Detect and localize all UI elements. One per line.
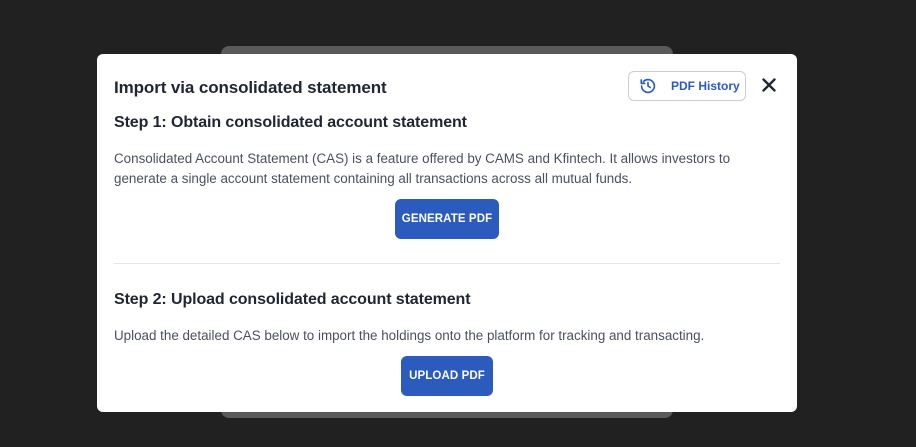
close-icon <box>762 77 776 97</box>
import-modal: Import via consolidated statement PDF Hi… <box>97 54 797 412</box>
modal-header: Import via consolidated statement PDF Hi… <box>114 71 780 103</box>
step-1-section: Step 1: Obtain consolidated account stat… <box>114 114 780 189</box>
step-2-description: Upload the detailed CAS below to import … <box>114 328 705 343</box>
section-divider <box>114 263 780 264</box>
pdf-history-button[interactable]: PDF History <box>628 71 746 101</box>
modal-title: Import via consolidated statement <box>114 78 387 97</box>
step-1-title: Step 1: Obtain consolidated account stat… <box>114 114 467 131</box>
step-2-title: Step 2: Upload consolidated account stat… <box>114 291 471 308</box>
pdf-history-label: PDF History <box>671 79 740 93</box>
generate-pdf-button[interactable]: GENERATE PDF <box>395 199 499 239</box>
history-icon <box>638 76 658 96</box>
step-2-section: Step 2: Upload consolidated account stat… <box>114 291 780 346</box>
step-1-description: Consolidated Account Statement (CAS) is … <box>114 151 731 186</box>
upload-pdf-button[interactable]: UPLOAD PDF <box>401 356 493 396</box>
close-button[interactable] <box>759 77 779 97</box>
